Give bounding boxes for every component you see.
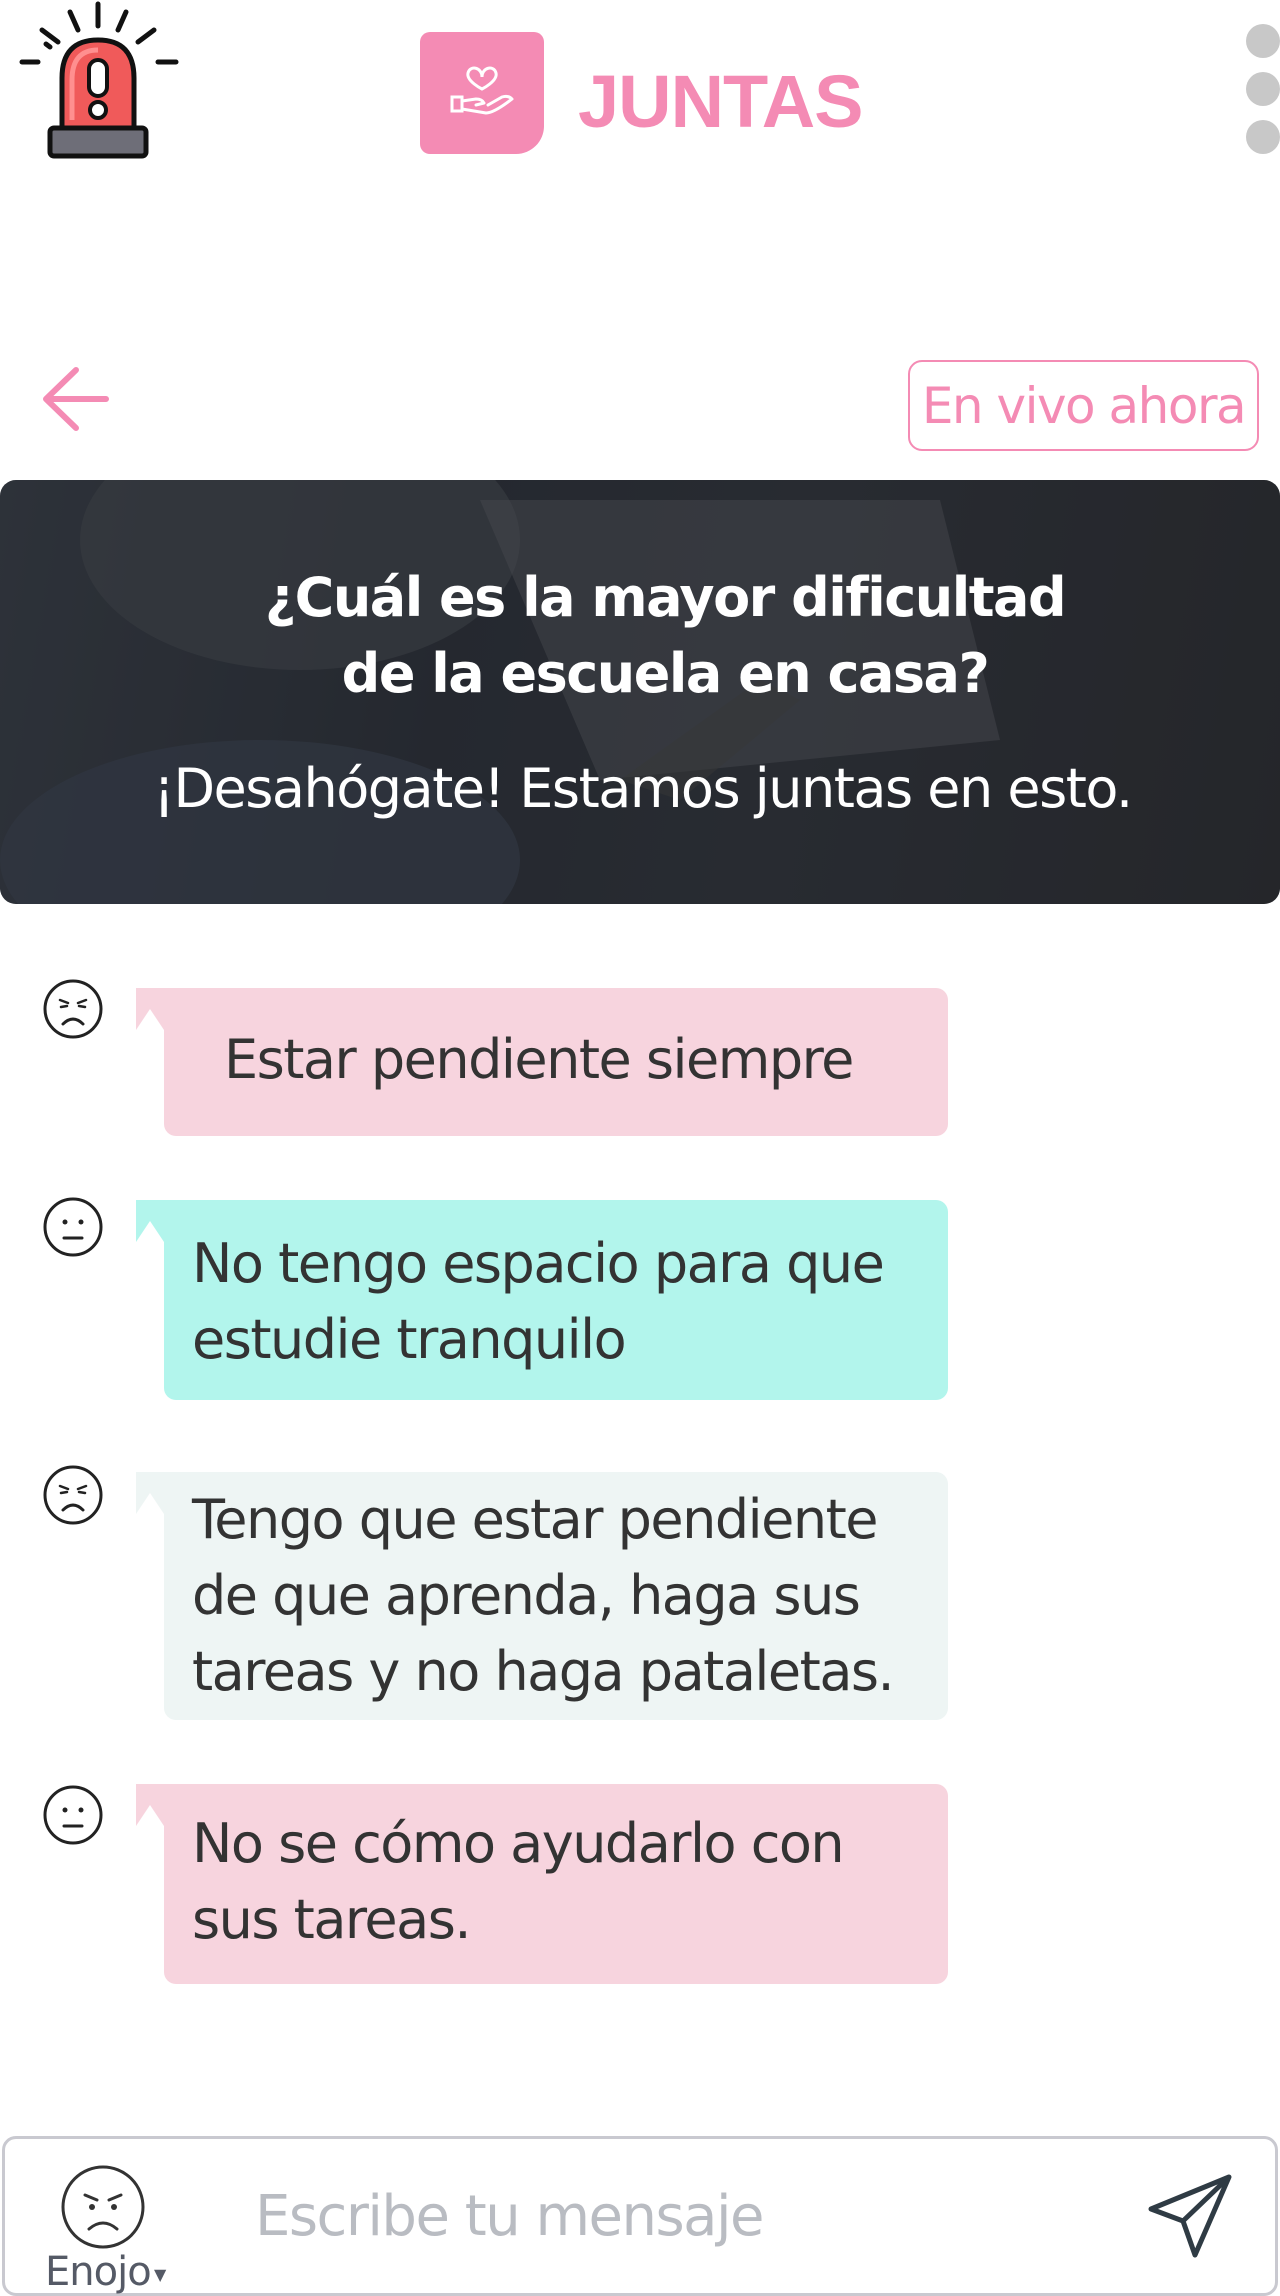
- brand-name: JUNTAS: [578, 60, 864, 143]
- heart-in-hand-icon: [450, 66, 514, 115]
- mood-label: Enojo: [45, 2249, 152, 2295]
- live-now-button[interactable]: En vivo ahora: [908, 360, 1259, 451]
- sad-face-icon: [42, 1464, 104, 1526]
- mood-selector[interactable]: Enojo ▼: [41, 2151, 181, 2295]
- message-text: No se cómo ayudarlo con sus tareas.: [192, 1812, 845, 1951]
- chevron-down-icon: ▼: [154, 2265, 167, 2284]
- banner-title: ¿Cuál es la mayor dificultad de la escue…: [264, 566, 1067, 705]
- message-bubble: No se cómo ayudarlo con sus tareas.: [136, 1784, 948, 1984]
- banner-subtitle: ¡Desahógate! Estamos juntas en esto.: [153, 757, 1133, 820]
- app-logo: [420, 32, 544, 154]
- neutral-face-icon: [42, 1784, 104, 1846]
- alarm-siren-icon[interactable]: [18, 0, 183, 165]
- arrow-left-icon[interactable]: [40, 362, 114, 436]
- message-text: No tengo espacio para que estudie tranqu…: [192, 1232, 885, 1371]
- message-bubble: Estar pendiente siempre: [136, 988, 948, 1136]
- message-bubble: Tengo que estar pendiente de que aprenda…: [136, 1472, 948, 1720]
- sad-face-icon: [42, 978, 104, 1040]
- topic-banner: ¿Cuál es la mayor dificultad de la escue…: [0, 480, 1280, 904]
- message-text: Tengo que estar pendiente de que aprenda…: [192, 1488, 895, 1703]
- angry-face-icon: [61, 2165, 145, 2249]
- kebab-menu-icon[interactable]: [1246, 24, 1280, 154]
- message-bubble: No tengo espacio para que estudie tranqu…: [136, 1200, 948, 1400]
- send-icon[interactable]: [1145, 2171, 1235, 2261]
- neutral-face-icon: [42, 1196, 104, 1258]
- message-text: Estar pendiente siempre: [224, 1028, 854, 1091]
- message-composer: Enojo ▼: [2, 2136, 1278, 2296]
- message-input[interactable]: [255, 2171, 1055, 2261]
